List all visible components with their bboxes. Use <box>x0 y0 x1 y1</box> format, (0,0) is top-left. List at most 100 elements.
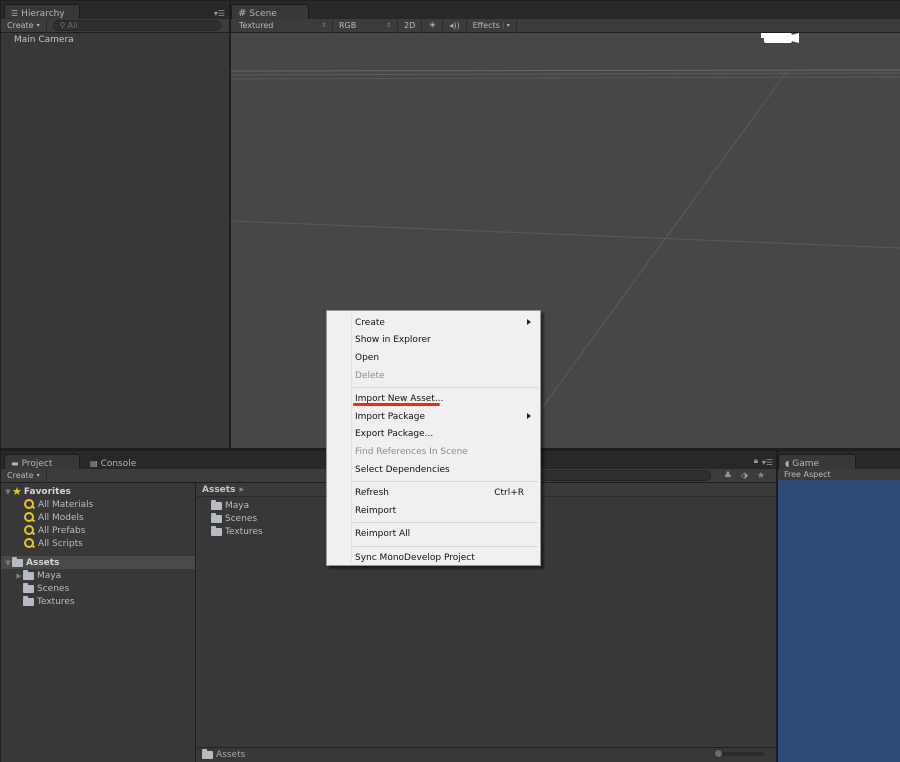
menu-item-label: Show in Explorer <box>355 335 431 346</box>
breadcrumb-assets[interactable]: Assets <box>202 485 235 495</box>
menu-item-label: Open <box>355 352 380 363</box>
updown-arrow-icon: ⇕ <box>320 22 326 29</box>
hierarchy-search-input[interactable]: ⚲ All <box>52 20 221 31</box>
menu-item-reimport-all[interactable]: Reimport All <box>327 526 540 544</box>
folder-icon <box>211 499 222 510</box>
tab-console[interactable]: ▤ Console <box>83 454 153 470</box>
game-viewport[interactable] <box>778 480 900 762</box>
menu-item-label: Reimport <box>355 505 397 516</box>
assets-label: Assets <box>26 557 60 568</box>
star-icon: ★ <box>12 485 22 498</box>
search-filter-icon <box>24 499 35 510</box>
context-menu: Create Show in Explorer Open Delete Impo… <box>326 310 541 566</box>
filter-by-type-icon[interactable]: ♣ <box>724 471 732 481</box>
sun-icon: ☀ <box>428 20 437 31</box>
favorites-label: Favorites <box>23 486 71 497</box>
panel-menu-icon[interactable]: ▾☰ <box>762 458 773 467</box>
scene-tabbar: # Scene <box>231 1 900 20</box>
favorite-item-label: All Materials <box>38 499 94 510</box>
search-placeholder: All <box>67 21 78 30</box>
favorite-star-icon[interactable]: ★ <box>757 471 765 481</box>
tree-assets[interactable]: ▼ Assets <box>1 556 195 569</box>
expand-arrow-icon[interactable]: ▼ <box>4 559 12 567</box>
camera-gizmo-icon <box>761 33 799 43</box>
2d-label: 2D <box>404 21 416 30</box>
game-panel: ◖ Game Free Aspect <box>778 451 900 762</box>
speaker-icon: ◂)) <box>449 21 460 30</box>
favorite-item-label: All Models <box>38 512 84 523</box>
audio-toggle-button[interactable]: ◂)) <box>443 18 467 33</box>
folder-icon <box>23 569 34 580</box>
project-create-button[interactable]: Create ▾ <box>1 468 47 483</box>
folder-label: Textures <box>225 526 263 537</box>
project-search-input[interactable] <box>541 470 711 481</box>
tree-folder-item[interactable]: Textures <box>1 595 195 608</box>
folder-icon <box>211 525 222 536</box>
aspect-label: Free Aspect <box>784 470 831 479</box>
icon-size-slider[interactable] <box>714 749 764 758</box>
expand-arrow-icon[interactable]: ▶ <box>15 572 23 580</box>
menu-item-reimport[interactable]: Reimport <box>327 502 540 520</box>
menu-separator <box>353 545 538 547</box>
lock-icon[interactable]: 🔒︎ <box>754 456 758 466</box>
hierarchy-tabbar: ☰ Hierarchy ▾☰ <box>1 1 229 20</box>
tree-favorites[interactable]: ▼ ★ Favorites <box>1 485 195 498</box>
scene-toolbar: Textured ⇕ RGB ⇕ 2D ☀ ◂)) Effects ▾ <box>231 18 900 33</box>
menu-item-show-in-explorer[interactable]: Show in Explorer <box>327 332 540 350</box>
panel-menu-icon[interactable]: ▾☰ <box>214 9 225 18</box>
menu-item-label: Select Dependencies <box>355 464 450 475</box>
menu-item-import-package[interactable]: Import Package <box>327 408 540 426</box>
hierarchy-item-main-camera[interactable]: Main Camera <box>14 35 74 45</box>
menu-item-open[interactable]: Open <box>327 349 540 367</box>
project-folder-tree: ▼ ★ Favorites All Materials All Models A… <box>1 483 196 762</box>
folder-icon: ▬ <box>11 459 19 468</box>
shading-mode-dropdown[interactable]: Textured ⇕ <box>233 18 333 33</box>
folder-label: Scenes <box>37 583 70 594</box>
list-icon: ☰ <box>11 9 19 18</box>
tree-favorite-item[interactable]: All Materials <box>1 498 195 511</box>
menu-item-label: Find References In Scene <box>355 446 468 457</box>
effects-dropdown[interactable]: Effects ▾ <box>467 18 517 33</box>
menu-item-delete: Delete <box>327 367 540 385</box>
horizon-line <box>231 72 900 76</box>
console-icon: ▤ <box>90 459 98 468</box>
tree-folder-item[interactable]: Scenes <box>1 582 195 595</box>
menu-item-sync-monodevelop[interactable]: Sync MonoDevelop Project <box>327 549 540 567</box>
dropdown-arrow-icon: ▾ <box>36 22 40 29</box>
hierarchy-create-button[interactable]: Create ▾ <box>1 18 47 33</box>
menu-separator <box>353 522 538 524</box>
menu-item-label: Reimport All <box>355 529 411 540</box>
menu-item-create[interactable]: Create <box>327 314 540 332</box>
folder-label: Maya <box>37 570 62 581</box>
menu-item-export-package[interactable]: Export Package... <box>327 426 540 444</box>
submenu-arrow-icon <box>527 412 531 419</box>
breadcrumb-arrow-icon: ▶ <box>239 486 245 493</box>
menu-item-label: Delete <box>355 370 385 381</box>
menu-item-select-dependencies[interactable]: Select Dependencies <box>327 461 540 479</box>
tree-favorite-item[interactable]: All Prefabs <box>1 524 195 537</box>
lighting-toggle-button[interactable]: ☀ <box>422 18 444 33</box>
folder-label: Maya <box>225 500 250 511</box>
folder-icon <box>211 512 222 523</box>
create-label: Create <box>7 471 34 480</box>
hierarchy-list: Main Camera <box>1 33 229 448</box>
favorite-item-label: All Scripts <box>38 538 83 549</box>
menu-item-refresh[interactable]: Refresh Ctrl+R <box>327 484 540 502</box>
project-footer: Assets <box>197 747 776 762</box>
tree-folder-item[interactable]: ▶ Maya <box>1 569 195 582</box>
slider-knob[interactable] <box>714 749 723 758</box>
effects-label: Effects <box>472 21 500 30</box>
grid-line <box>231 220 900 249</box>
menu-item-label: Refresh <box>355 488 389 499</box>
folder-icon <box>23 582 34 593</box>
tree-favorite-item[interactable]: All Scripts <box>1 537 195 550</box>
tree-favorite-item[interactable]: All Models <box>1 511 195 524</box>
search-filter-icon <box>24 525 35 536</box>
expand-arrow-icon[interactable]: ▼ <box>4 488 12 496</box>
render-mode-dropdown[interactable]: RGB ⇕ <box>333 18 398 33</box>
folder-label: Textures <box>37 596 75 607</box>
hierarchy-toolbar: Create ▾ ⚲ All <box>1 18 229 33</box>
filter-by-label-icon[interactable]: ⬗ <box>741 471 748 481</box>
2d-toggle-button[interactable]: 2D <box>398 18 423 33</box>
horizon-line <box>231 76 900 80</box>
